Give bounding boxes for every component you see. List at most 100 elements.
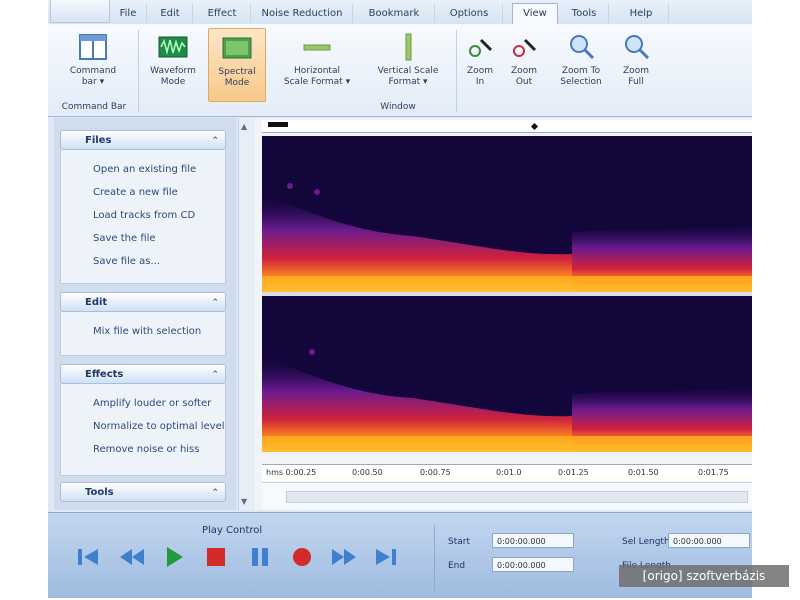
fast-forward-button[interactable] [328,541,360,573]
chevron-up-icon[interactable]: ⌃ [211,365,219,385]
vertical-scale-format-button[interactable]: Vertical Scale Format ▾ [366,28,450,100]
command-bar-group-label: Command Bar [61,102,127,112]
spectral-editor[interactable]: hms 0:00.25 0:00.50 0:00.75 0:01.0 0:01.… [254,118,752,510]
tab-view[interactable]: View [512,3,558,25]
create-file-link[interactable]: Create a new file [93,187,178,198]
zoom-in-icon [465,32,495,62]
command-bar-label: Command [69,66,117,76]
horizontal-scale-format-button[interactable]: Horizontal Scale Format ▾ [274,28,360,100]
play-button[interactable] [158,541,190,573]
watermark-badge: [origo] szoftverbázis [619,565,789,587]
editor-horizontal-scrollbar[interactable] [262,482,752,509]
load-cd-link[interactable]: Load tracks from CD [93,210,195,221]
dropdown-arrow-icon: ▾ [423,77,428,87]
waveform-icon [158,32,188,62]
waveform-mode-button[interactable]: Waveform Mode [144,28,202,100]
zoom-out-icon [509,32,539,62]
vertical-scale-label-2: Format [388,77,421,87]
task-sidebar: Files ⌃ Open an existing file Create a n… [54,118,236,510]
end-time-field[interactable]: 0:00:00.000 [492,557,574,572]
go-to-end-button[interactable] [370,541,402,573]
zoom-full-button[interactable]: Zoom Full [616,28,656,100]
skip-to-end-icon [376,549,396,565]
ribbon-tab-bar: File Edit Effect Noise Reduction Bookmar… [48,0,752,25]
save-file-as-link[interactable]: Save file as... [93,256,160,267]
time-tick: hms 0:00.25 [266,468,317,477]
chevron-up-icon[interactable]: ⌃ [211,293,219,313]
zoom-in-label-2: In [475,77,485,87]
spectral-mode-button[interactable]: Spectral Mode [208,28,266,102]
scroll-down-arrow-icon[interactable]: ▼ [241,497,247,506]
zoom-out-button[interactable]: Zoom Out [504,28,544,100]
zoom-in-button[interactable]: Zoom In [460,28,500,100]
tab-help[interactable]: Help [614,4,669,23]
sidebar-scrollbar[interactable]: ▲ ▼ [238,118,253,510]
tools-section-header[interactable]: Tools ⌃ [60,482,226,502]
tab-noise-reduction[interactable]: Noise Reduction [252,4,353,23]
horizontal-scale-icon [302,32,332,62]
spectrogram-left-graphic [262,183,752,292]
edit-section-title: Edit [85,297,108,308]
files-section-body: Open an existing file Create a new file … [60,150,226,284]
chevron-up-icon[interactable]: ⌃ [211,131,219,151]
amplify-link[interactable]: Amplify louder or softer [93,398,211,409]
pause-icon [252,548,268,566]
scroll-thumb[interactable] [286,491,748,503]
spectrogram-channel-right[interactable] [262,296,752,452]
zoom-to-selection-button[interactable]: Zoom To Selection [550,28,612,100]
command-bar-button[interactable]: Command bar ▾ [58,28,128,100]
tab-bookmark[interactable]: Bookmark [354,4,435,23]
tools-section-title: Tools [85,487,114,498]
time-tick: 0:01.50 [628,468,659,477]
panel-layout-icon [78,32,108,62]
effects-section-header[interactable]: Effects ⌃ [60,364,226,384]
pause-button[interactable] [244,541,276,573]
command-bar-label-2: bar [81,77,97,87]
ribbon-separator [138,30,139,112]
effects-section-title: Effects [85,369,124,380]
waveform-mode-label: Waveform [150,66,196,76]
player-separator [434,525,435,591]
tab-options[interactable]: Options [436,4,503,23]
spectral-mode-label-2: Mode [224,78,250,88]
remove-noise-link[interactable]: Remove noise or hiss [93,444,199,455]
files-section-header[interactable]: Files ⌃ [60,130,226,150]
skip-to-start-icon [78,549,98,565]
rewind-button[interactable] [116,541,148,573]
edit-section-body: Mix file with selection [60,312,226,356]
record-button[interactable] [286,541,318,573]
normalize-link[interactable]: Normalize to optimal level [93,421,225,432]
ribbon-separator [456,30,457,112]
spectrogram-channel-left[interactable] [262,136,752,292]
vertical-scale-label: Vertical Scale [377,66,439,76]
time-tick: 0:01.75 [698,468,729,477]
time-ruler[interactable]: hms 0:00.25 0:00.50 0:00.75 0:01.0 0:01.… [262,464,752,481]
zoom-out-label: Zoom [511,66,537,76]
scroll-up-arrow-icon[interactable]: ▲ [241,122,247,131]
tab-tools[interactable]: Tools [560,4,609,23]
zoom-to-selection-label: Zoom To [561,66,601,76]
zoom-in-label: Zoom [467,66,493,76]
horizontal-scale-label-2: Scale Format [283,77,343,87]
application-window: File Edit Effect Noise Reduction Bookmar… [48,0,752,598]
start-time-field[interactable]: 0:00:00.000 [492,533,574,548]
top-position-ruler[interactable] [262,120,752,133]
go-to-start-button[interactable] [72,541,104,573]
edit-section-header[interactable]: Edit ⌃ [60,292,226,312]
time-tick: 0:01.0 [496,468,522,477]
open-file-link[interactable]: Open an existing file [93,164,196,175]
time-tick: 0:01.25 [558,468,589,477]
application-menu-button[interactable] [50,0,110,23]
chevron-up-icon[interactable]: ⌃ [211,483,219,503]
tab-effect[interactable]: Effect [194,4,251,23]
tab-edit[interactable]: Edit [148,4,193,23]
vertical-scale-icon [393,32,423,62]
mix-file-link[interactable]: Mix file with selection [93,326,201,337]
tab-file[interactable]: File [110,4,147,23]
selection-length-field[interactable]: 0:00:00.000 [668,533,750,548]
save-file-link[interactable]: Save the file [93,233,156,244]
waveform-mode-label-2: Mode [160,77,186,87]
time-tick: 0:00.50 [352,468,383,477]
stop-button[interactable] [200,541,232,573]
dropdown-arrow-icon: ▾ [345,77,351,87]
